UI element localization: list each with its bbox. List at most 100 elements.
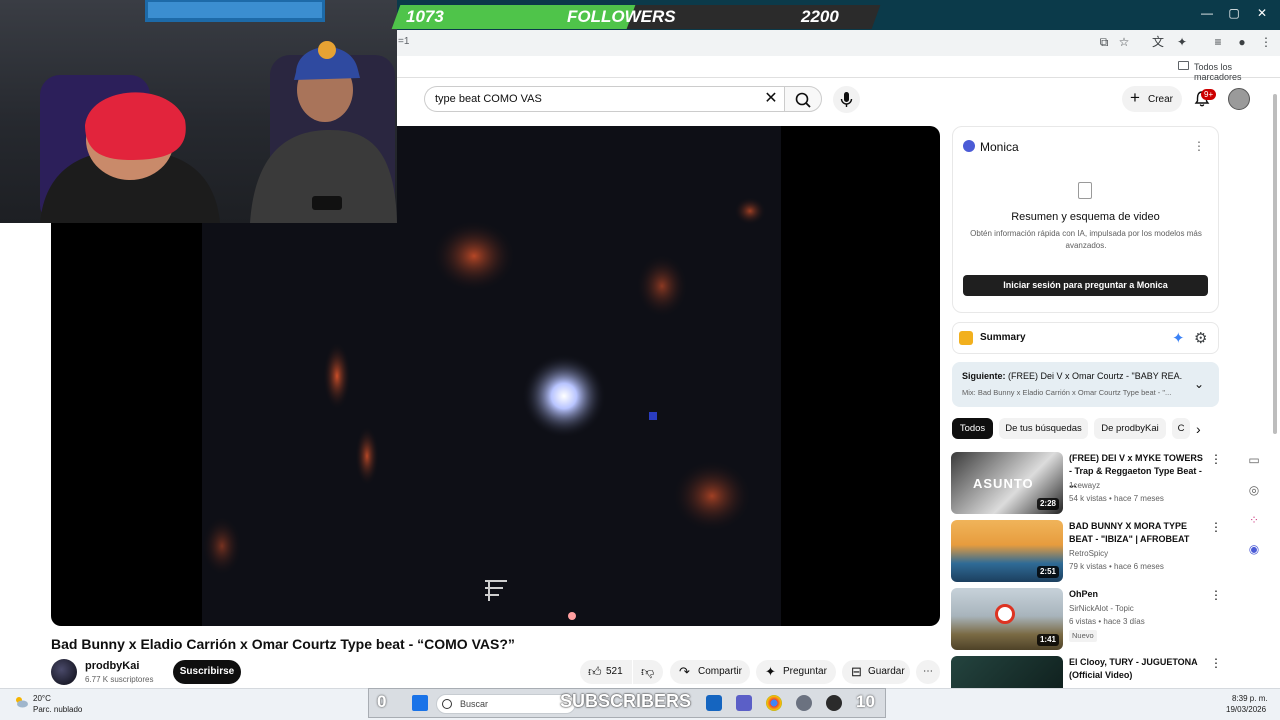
subscribe-button[interactable]: Suscribirse xyxy=(173,660,241,684)
save-label: Guardar xyxy=(868,666,905,677)
all-bookmarks-link[interactable]: Todos los marcadores xyxy=(1194,62,1280,82)
subscribers-goal: 10 xyxy=(856,692,875,711)
followers-current: 1073 xyxy=(406,7,444,26)
page-scrollbar[interactable] xyxy=(1273,94,1277,434)
video-duration: 2:51 xyxy=(1036,566,1059,578)
speed-sign-icon xyxy=(995,604,1015,624)
teams-icon[interactable] xyxy=(736,695,752,711)
clock-time[interactable]: 8:39 p. m. xyxy=(1232,694,1268,703)
summary-logo-icon xyxy=(959,331,973,345)
book-icon[interactable]: ▭ xyxy=(1246,452,1262,468)
apps-grid-icon[interactable]: ⁘ xyxy=(1246,512,1262,528)
create-label: Crear xyxy=(1148,94,1174,105)
channel-avatar[interactable] xyxy=(51,659,77,685)
video-duration: 2:28 xyxy=(1036,498,1059,510)
save-playlist-icon: ⊟ xyxy=(851,664,862,679)
chevron-right-icon[interactable]: › xyxy=(1196,421,1201,437)
channel-name-link[interactable]: prodbyKai xyxy=(85,660,139,672)
taskbar-search[interactable] xyxy=(436,694,576,714)
settings-gear-icon[interactable]: ⚙ xyxy=(1194,329,1207,347)
webcam-overlay xyxy=(0,0,397,223)
up-next-box[interactable] xyxy=(952,362,1219,407)
more-vertical-icon[interactable]: ⋮ xyxy=(1210,520,1222,534)
voice-search-button[interactable] xyxy=(833,86,860,113)
taskbar-search-placeholder[interactable]: Buscar xyxy=(460,699,488,709)
recommendation-item[interactable]: 1:41 OhPen SirNickAlot - Topic 6 vistas … xyxy=(951,588,1222,650)
target-icon[interactable]: ◎ xyxy=(1246,482,1262,498)
video-thumbnail[interactable]: ASUNTO 2:28 xyxy=(951,452,1063,514)
recommendation-channel[interactable]: SirNickAlot - Topic xyxy=(1069,604,1134,613)
recommendation-title[interactable]: BAD BUNNY X MORA TYPE BEAT - "IBIZA" | A… xyxy=(1069,520,1207,546)
share-button[interactable]: ↷ Compartir xyxy=(670,660,750,684)
share-label: Compartir xyxy=(698,666,742,677)
monica-menu-icon[interactable]: ⋮ xyxy=(1193,139,1205,153)
chrome-icon[interactable] xyxy=(766,695,782,711)
chevron-down-icon[interactable]: ⌄ xyxy=(1194,377,1204,391)
account-avatar[interactable] xyxy=(1228,88,1250,110)
minimize-icon[interactable]: — xyxy=(1197,6,1217,20)
recommendation-item[interactable]: 2:51 BAD BUNNY X MORA TYPE BEAT - "IBIZA… xyxy=(951,520,1222,582)
video-thumbnail[interactable]: 2:51 xyxy=(951,520,1063,582)
up-next-title[interactable]: Siguiente: (FREE) Dei V x Omar Courtz - … xyxy=(962,371,1182,381)
more-vertical-icon[interactable]: ⋮ xyxy=(1210,452,1222,466)
cloud-sun-icon[interactable] xyxy=(13,694,29,710)
chip-all[interactable]: Todos xyxy=(952,418,993,439)
clear-search-icon[interactable]: ✕ xyxy=(762,90,780,108)
monica-title: Monica xyxy=(980,140,1019,154)
document-icon xyxy=(1078,182,1092,199)
dislike-button[interactable]: 👎︎ xyxy=(633,660,663,684)
recommendation-item[interactable]: ASUNTO 2:28 (FREE) DEI V x MYKE TOWERS -… xyxy=(951,452,1222,514)
search-input[interactable]: type beat COMO VAS xyxy=(435,93,542,105)
subscribers-current: 0 xyxy=(377,692,387,711)
search-button[interactable] xyxy=(784,86,822,112)
recommendation-title[interactable]: El Clooy, TURY - JUGUETONA (Official Vid… xyxy=(1069,656,1207,682)
weather-description[interactable]: Parc. nublado xyxy=(33,705,82,714)
ask-button[interactable]: ✦ Preguntar xyxy=(756,660,836,684)
recommendation-title[interactable]: OhPen xyxy=(1069,588,1207,601)
recommendation-meta: 54 k vistas • hace 7 meses xyxy=(1069,494,1164,503)
video-title: Bad Bunny x Eladio Carrión x Omar Courtz… xyxy=(51,636,515,652)
more-actions-button[interactable]: ⋯ xyxy=(916,660,940,684)
recommendation-item[interactable]: El Clooy, TURY - JUGUETONA (Official Vid… xyxy=(951,656,1221,688)
recommendation-channel[interactable]: RetroSpicy xyxy=(1069,549,1108,558)
browser-menu-icon[interactable]: ⋮ xyxy=(1258,34,1274,50)
reading-list-icon[interactable]: ≡ xyxy=(1210,34,1226,50)
windows-start-icon[interactable] xyxy=(412,695,428,711)
more-vertical-icon[interactable]: ⋮ xyxy=(1210,588,1222,602)
subscribers-label: SUBSCRIBERS xyxy=(560,691,692,711)
close-window-icon[interactable]: ✕ xyxy=(1252,6,1272,20)
thumbs-up-icon: 👍︎ xyxy=(588,664,602,679)
obs-icon[interactable] xyxy=(826,695,842,711)
settings-app-icon[interactable] xyxy=(796,695,812,711)
chip-from-searches[interactable]: De tus búsquedas xyxy=(999,418,1088,439)
up-next-video-title: (FREE) Dei V x Omar Courtz - "BABY REA..… xyxy=(1008,371,1182,381)
address-bar-text[interactable]: =1 xyxy=(398,36,409,47)
extensions-icon[interactable]: ✦ xyxy=(1174,34,1190,50)
video-thumbnail[interactable]: 1:41 xyxy=(951,588,1063,650)
more-vertical-icon[interactable]: ⋮ xyxy=(1210,656,1221,670)
monica-login-button[interactable]: Iniciar sesión para preguntar a Monica xyxy=(963,275,1208,296)
install-app-icon[interactable]: ⧉ xyxy=(1096,34,1112,50)
recommendation-channel[interactable]: 1cewayz xyxy=(1069,481,1100,490)
translate-icon[interactable]: 文 xyxy=(1150,34,1166,50)
ai-sparkle-icon[interactable]: ✦ xyxy=(1172,329,1185,347)
monica-description: Obtén información rápida con IA, impulsa… xyxy=(970,229,1202,250)
like-count: 521 xyxy=(606,666,623,677)
monica-sidebar-icon[interactable]: ◉ xyxy=(1246,541,1262,557)
chip-from-channel[interactable]: De prodbyKai xyxy=(1094,418,1166,439)
chip-partial[interactable]: C xyxy=(1172,418,1190,439)
recommendation-meta: 6 vistas • hace 3 días xyxy=(1069,617,1145,626)
create-button[interactable]: + Crear xyxy=(1122,86,1182,112)
like-button[interactable]: 👍︎ 521 xyxy=(580,660,632,684)
profile-icon[interactable]: ● xyxy=(1234,34,1250,50)
summary-title: Summary xyxy=(980,332,1026,343)
folder-icon xyxy=(1178,61,1189,70)
weather-temperature[interactable]: 20°C xyxy=(33,694,51,703)
save-button[interactable]: ⊟ Guardar xyxy=(842,660,910,684)
search-box[interactable]: type beat COMO VAS xyxy=(424,86,786,112)
clock-date[interactable]: 19/03/2026 xyxy=(1226,705,1266,714)
bookmark-star-icon[interactable]: ☆ xyxy=(1116,34,1132,50)
outlook-icon[interactable] xyxy=(706,695,722,711)
maximize-icon[interactable]: ▢ xyxy=(1224,6,1244,20)
video-thumbnail[interactable] xyxy=(951,656,1063,688)
